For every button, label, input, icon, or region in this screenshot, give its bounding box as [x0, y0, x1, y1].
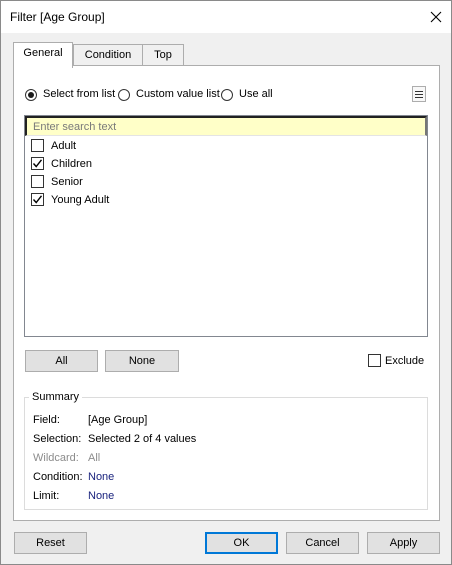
button-label: OK — [233, 537, 250, 549]
ok-button[interactable]: OK — [205, 532, 278, 554]
tab-panel-general — [13, 65, 440, 521]
cancel-button[interactable]: Cancel — [286, 532, 359, 554]
tab-label: Condition — [84, 49, 132, 61]
tab-label: Top — [154, 49, 172, 61]
tab-label: General — [23, 47, 63, 59]
reset-button[interactable]: Reset — [14, 532, 87, 554]
tab-condition[interactable]: Condition — [73, 44, 143, 66]
button-label: Cancel — [305, 537, 340, 549]
button-label: Reset — [36, 537, 65, 549]
apply-button[interactable]: Apply — [367, 532, 440, 554]
tab-general[interactable]: General — [13, 42, 73, 68]
tab-top[interactable]: Top — [142, 44, 184, 66]
button-label: Apply — [389, 537, 418, 549]
close-button[interactable] — [423, 5, 449, 29]
close-icon — [430, 11, 442, 23]
window-title: Filter [Age Group] — [10, 10, 105, 24]
